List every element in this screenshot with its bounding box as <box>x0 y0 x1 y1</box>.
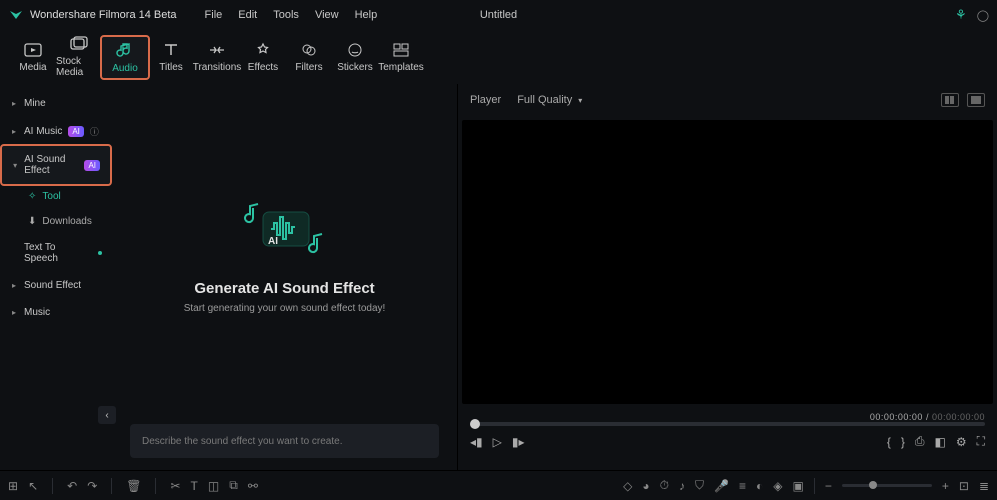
tab-stock-media[interactable]: Stock Media <box>56 36 102 78</box>
ai-sound-illustration-icon: AI <box>235 194 335 266</box>
timecode-display: 00:00:00:00 / 00:00:00:00 <box>870 412 985 422</box>
title-bar: Wondershare Filmora 14 Beta File Edit To… <box>0 0 997 30</box>
hero-subtitle: Start generating your own sound effect t… <box>184 303 386 314</box>
menu-help[interactable]: Help <box>355 9 378 21</box>
chevron-right-icon: ▸ <box>10 281 18 290</box>
svg-text:AI: AI <box>268 236 278 247</box>
mic-icon[interactable]: 🎤 <box>714 479 729 493</box>
render-icon[interactable]: ▣ <box>793 479 804 493</box>
copy-icon[interactable]: ⧉ <box>229 478 238 493</box>
sidebar-item-ai-music[interactable]: ▸ AI Music AI ⓘ <box>0 117 112 146</box>
zoom-knob[interactable] <box>869 481 877 489</box>
layout-single-icon[interactable] <box>967 93 985 107</box>
cut-icon[interactable]: ✂ <box>170 479 180 493</box>
info-icon[interactable]: ⓘ <box>90 125 99 138</box>
ai-badge: AI <box>84 160 100 171</box>
tab-titles[interactable]: Titles <box>148 42 194 73</box>
sidebar-item-music[interactable]: ▸ Music <box>0 299 112 326</box>
chevron-right-icon: ▸ <box>10 127 18 136</box>
app-logo-icon <box>8 7 24 23</box>
sidebar-sub-tool[interactable]: ✧ Tool <box>0 184 112 209</box>
mark-in-icon[interactable]: { <box>887 435 891 449</box>
new-indicator-icon <box>98 251 102 255</box>
menu-view[interactable]: View <box>315 9 339 21</box>
audio-tool-icon[interactable]: ♪ <box>679 479 685 493</box>
play-icon[interactable]: ▷ <box>493 435 502 449</box>
speed-icon[interactable]: ⏱ <box>660 478 669 493</box>
chevron-down-icon: ▾ <box>578 96 582 105</box>
timeline-toolbar: ⊞ ↖ ↶ ↷ 🗑 ✂ T ◫ ⧉ ⚯ ◇ ◕ ⏱ ♪ ⛉ 🎤 ≡ ◐ ◈ ▣ … <box>0 470 997 500</box>
keyframe-icon[interactable]: ◈ <box>773 479 782 493</box>
settings-icon[interactable]: ◯ <box>977 9 989 22</box>
menu-tools[interactable]: Tools <box>273 9 299 21</box>
add-track-icon[interactable]: ⊞ <box>8 479 18 493</box>
redo-icon[interactable]: ↷ <box>87 479 97 493</box>
download-icon: ⬇ <box>28 216 36 227</box>
tab-filters[interactable]: Filters <box>286 42 332 73</box>
tab-stickers[interactable]: Stickers <box>332 42 378 73</box>
crop-icon[interactable]: ◧ <box>934 435 945 449</box>
app-name: Wondershare Filmora 14 Beta <box>30 9 177 21</box>
tab-effects[interactable]: Effects <box>240 42 286 73</box>
mask-icon[interactable]: ◐ <box>756 479 763 493</box>
list-icon[interactable]: ≣ <box>979 479 989 493</box>
crop-tool-icon[interactable]: ◫ <box>208 479 219 493</box>
tab-templates[interactable]: Templates <box>378 42 424 73</box>
menu-file[interactable]: File <box>205 9 223 21</box>
zoom-out-icon[interactable]: − <box>825 479 832 493</box>
pointer-icon[interactable]: ↖ <box>28 479 38 493</box>
sidebar-item-ai-sound-effect[interactable]: ▾ AI Sound Effect AI <box>2 146 110 184</box>
chevron-down-icon: ▾ <box>12 161 18 170</box>
marker-icon[interactable]: ◇ <box>623 479 632 493</box>
document-title: Untitled <box>480 9 517 21</box>
player-label: Player <box>470 94 501 106</box>
text-icon[interactable]: T <box>191 479 198 493</box>
menu-edit[interactable]: Edit <box>238 9 257 21</box>
undo-icon[interactable]: ↶ <box>67 479 77 493</box>
chevron-right-icon: ▸ <box>10 99 18 108</box>
center-panel: ‹ AI Generate AI Sound Effect Start gene… <box>112 84 457 470</box>
gift-icon[interactable]: ⚘ <box>955 7 967 23</box>
fit-icon[interactable]: ⊡ <box>959 479 969 493</box>
preview-canvas[interactable] <box>462 120 993 404</box>
sidebar-item-mine[interactable]: ▸ Mine <box>0 90 112 117</box>
link-icon[interactable]: ⚯ <box>248 479 258 493</box>
sidebar-sub-downloads[interactable]: ⬇ Downloads <box>0 209 112 234</box>
mixer-icon[interactable]: ≡ <box>739 479 746 493</box>
delete-icon[interactable]: 🗑 <box>126 479 141 493</box>
sidebar-item-tts[interactable]: Text To Speech <box>0 234 112 272</box>
color-icon[interactable]: ◕ <box>642 479 649 493</box>
ai-sound-hero: AI Generate AI Sound Effect Start genera… <box>184 194 386 314</box>
next-frame-icon[interactable]: ▮▸ <box>512 435 525 449</box>
quality-dropdown[interactable]: Full Quality ▾ <box>517 94 582 106</box>
zoom-slider[interactable] <box>842 484 932 487</box>
preview-player: Player Full Quality ▾ 00:00:00:00 / 00:0… <box>457 84 997 470</box>
audio-sidebar: ▸ Mine ▸ AI Music AI ⓘ ▾ AI Sound Effect… <box>0 84 112 470</box>
ai-badge: AI <box>68 126 84 137</box>
module-tabs: Media Stock Media Audio Titles Transitio… <box>0 30 997 84</box>
tab-audio[interactable]: Audio <box>102 37 148 78</box>
snapshot-icon[interactable]: ⎙ <box>915 434 925 449</box>
sidebar-item-sound-effect[interactable]: ▸ Sound Effect <box>0 272 112 299</box>
layout-grid-icon[interactable] <box>941 93 959 107</box>
sound-prompt-input[interactable]: Describe the sound effect you want to cr… <box>130 424 439 458</box>
collapse-sidebar-button[interactable]: ‹ <box>98 406 116 424</box>
prev-frame-icon[interactable]: ◂▮ <box>470 435 483 449</box>
menu-bar: File Edit Tools View Help <box>205 9 378 21</box>
scrub-bar[interactable] <box>470 422 985 426</box>
shield-icon[interactable]: ⛉ <box>695 478 704 493</box>
hero-title: Generate AI Sound Effect <box>194 280 374 297</box>
mark-out-icon[interactable]: } <box>901 435 905 449</box>
zoom-in-icon[interactable]: + <box>942 479 949 493</box>
scrub-knob[interactable] <box>470 419 480 429</box>
fullscreen-icon[interactable]: ⛶ <box>977 434 985 449</box>
wand-icon: ✧ <box>28 191 36 202</box>
chevron-right-icon: ▸ <box>10 308 18 317</box>
tab-transitions[interactable]: Transitions <box>194 42 240 73</box>
gear-icon[interactable]: ⚙ <box>956 435 967 449</box>
tab-media[interactable]: Media <box>10 42 56 73</box>
